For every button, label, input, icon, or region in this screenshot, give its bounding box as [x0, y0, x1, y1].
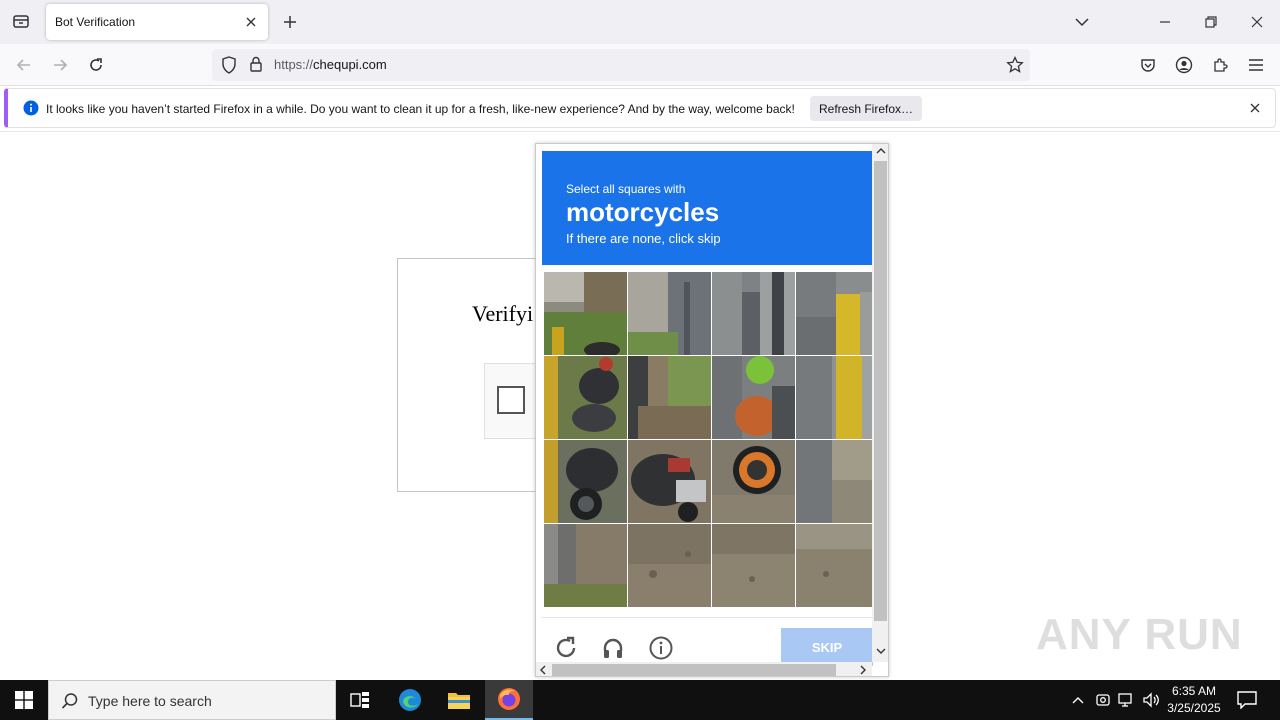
task-view-icon[interactable]: [336, 680, 384, 720]
system-clock[interactable]: 6:35 AM 3/25/2025: [1166, 683, 1222, 717]
file-explorer-icon[interactable]: [435, 680, 483, 720]
scroll-down-arrow-icon[interactable]: [876, 646, 886, 658]
captcha-tile[interactable]: [544, 272, 627, 355]
list-all-tabs-icon[interactable]: [1072, 12, 1092, 32]
search-placeholder: Type here to search: [88, 693, 212, 709]
url-host: chequpi.com: [313, 57, 387, 72]
captcha-footer: SKIP: [542, 617, 873, 667]
captcha-tile[interactable]: [712, 356, 795, 439]
verification-title: Verifyi: [472, 301, 534, 326]
clock-date: 3/25/2025: [1167, 701, 1221, 715]
content-divider: [0, 131, 1280, 132]
account-icon[interactable]: [1171, 52, 1197, 78]
anyrun-watermark: ANY RUN: [1036, 610, 1243, 659]
windows-start-icon[interactable]: [0, 680, 48, 720]
refresh-challenge-icon[interactable]: [552, 634, 580, 662]
captcha-tile[interactable]: [544, 524, 627, 607]
captcha-tile[interactable]: [712, 440, 795, 523]
info-icon: [23, 100, 39, 121]
captcha-image-grid: [542, 270, 879, 610]
close-notification-icon[interactable]: [1247, 100, 1263, 116]
minimize-icon[interactable]: [1151, 8, 1179, 36]
url-scheme: https://: [274, 57, 314, 72]
clock-time: 6:35 AM: [1171, 684, 1217, 698]
captcha-tile[interactable]: [628, 272, 711, 355]
captcha-subinstruction: If there are none, click skip: [566, 231, 721, 246]
captcha-tile[interactable]: [796, 524, 879, 607]
address-bar[interactable]: https://chequpi.com: [212, 49, 1030, 81]
tab-title: Bot Verification: [55, 15, 136, 29]
meet-now-icon[interactable]: [1094, 691, 1112, 709]
notifications-icon[interactable]: [1234, 688, 1260, 712]
captcha-instruction: Select all squares with: [566, 182, 686, 196]
network-icon[interactable]: [1118, 691, 1136, 709]
captcha-header: Select all squares with motorcycles If t…: [542, 151, 872, 265]
edge-icon[interactable]: [386, 680, 434, 720]
scroll-up-arrow-icon[interactable]: [876, 146, 886, 158]
windows-taskbar: Type here to search 6:35 AM 3/25/2025: [0, 680, 1280, 720]
reload-icon[interactable]: [83, 52, 109, 78]
captcha-tile[interactable]: [796, 356, 879, 439]
back-icon[interactable]: [11, 52, 37, 78]
skip-button[interactable]: SKIP: [781, 628, 873, 666]
human-checkbox[interactable]: [497, 386, 525, 414]
taskbar-search[interactable]: Type here to search: [48, 680, 336, 720]
bookmark-star-icon[interactable]: [1006, 55, 1024, 79]
firefox-taskbar-icon[interactable]: [485, 680, 533, 720]
tab-close-icon[interactable]: [242, 13, 260, 31]
tab-bot-verification[interactable]: Bot Verification: [46, 4, 268, 40]
captcha-target: motorcycles: [566, 197, 720, 227]
extensions-icon[interactable]: [1207, 52, 1233, 78]
search-icon: [61, 692, 79, 715]
lock-icon[interactable]: [249, 56, 263, 77]
captcha-tile[interactable]: [628, 524, 711, 607]
scroll-right-arrow-icon[interactable]: [858, 665, 868, 676]
horizontal-scrollbar[interactable]: [536, 662, 872, 676]
info-icon[interactable]: [647, 634, 675, 662]
horizontal-scroll-thumb[interactable]: [552, 664, 836, 676]
menu-icon[interactable]: [1243, 52, 1269, 78]
new-tab-icon[interactable]: [280, 12, 300, 32]
vertical-scroll-thumb[interactable]: [874, 161, 887, 621]
notification-message: It looks like you haven’t started Firefo…: [46, 102, 795, 116]
captcha-tile[interactable]: [712, 272, 795, 355]
refresh-firefox-button[interactable]: Refresh Firefox…: [810, 96, 922, 121]
volume-icon[interactable]: [1142, 691, 1160, 709]
close-window-icon[interactable]: [1243, 8, 1271, 36]
captcha-tile[interactable]: [544, 356, 627, 439]
scroll-left-arrow-icon[interactable]: [538, 665, 548, 676]
pocket-icon[interactable]: [1135, 52, 1161, 78]
captcha-tile[interactable]: [796, 272, 879, 355]
tab-strip: Bot Verification: [0, 0, 1280, 44]
captcha-challenge: Select all squares with motorcycles If t…: [535, 143, 889, 677]
show-hidden-icons-icon[interactable]: [1069, 691, 1087, 709]
captcha-tile[interactable]: [796, 440, 879, 523]
firefox-view-icon[interactable]: [8, 8, 34, 34]
vertical-scrollbar[interactable]: [872, 144, 888, 662]
forward-icon[interactable]: [47, 52, 73, 78]
refresh-firefox-notification: It looks like you haven’t started Firefo…: [4, 88, 1276, 128]
captcha-tile[interactable]: [628, 356, 711, 439]
audio-challenge-icon[interactable]: [599, 634, 627, 662]
captcha-tile[interactable]: [544, 440, 627, 523]
captcha-tile[interactable]: [712, 524, 795, 607]
captcha-tile[interactable]: [628, 440, 711, 523]
navigation-toolbar: https://chequpi.com: [0, 44, 1280, 86]
restore-icon[interactable]: [1197, 8, 1225, 36]
url-text[interactable]: https://chequpi.com: [274, 57, 387, 72]
shield-icon[interactable]: [221, 56, 237, 79]
